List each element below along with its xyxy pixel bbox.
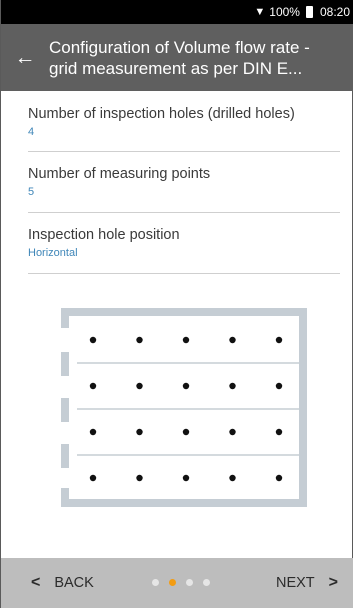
duct-wall-left [61,398,69,422]
measuring-point [229,428,236,436]
clock: 08:20 [319,5,350,19]
duct-wall-left [61,488,69,507]
measuring-point [136,474,143,482]
measuring-point [275,428,283,436]
bottom-nav: < BACK NEXT > [1,558,353,608]
setting-inspection-holes[interactable]: Number of inspection holes (drilled hole… [28,91,340,152]
battery-percent: 100% [269,5,300,19]
measuring-point [182,382,190,390]
page-dot [169,579,176,586]
duct-wall-left [61,352,69,376]
measuring-point [136,382,143,390]
screen: ▼ 100% 08:20 ← Configuration of Volume f… [0,0,353,608]
app-bar: ← Configuration of Volume flow rate - gr… [1,24,353,91]
grid-diagram-svg [61,308,307,507]
next-label: NEXT [275,575,315,591]
setting-value: 4 [28,126,35,138]
duct-wall-left [61,308,69,328]
measuring-point [89,428,97,436]
measuring-point [275,336,283,344]
measuring-point [182,428,190,436]
measuring-point [89,382,97,390]
duct-wall-top [61,308,307,316]
measuring-point [136,336,143,344]
setting-label: Number of inspection holes (drilled hole… [28,106,295,122]
grid-diagram [61,308,311,513]
measuring-point [182,474,190,482]
page-title-line2: grid measurement as per DIN E... [49,58,303,78]
measuring-point [89,336,97,344]
next-button[interactable]: NEXT > [276,558,338,608]
duct-wall-left [61,444,69,468]
measuring-point [229,474,236,482]
setting-label: Number of measuring points [28,166,211,182]
page-indicator [152,579,210,586]
page-dot [152,579,159,586]
page-title: Configuration of Volume flow rate - grid… [49,37,318,79]
status-bar: ▼ 100% 08:20 [1,0,353,24]
chevron-left-icon: < [31,574,41,591]
duct-wall-right [299,308,307,507]
measuring-point [136,428,143,436]
setting-value: Horizontal [28,247,78,259]
measuring-point [229,336,236,344]
page-title-line1: Configuration of Volume flow rate - [49,37,310,57]
back-label: BACK [54,575,94,591]
measuring-point [275,382,283,390]
battery-icon [305,6,313,18]
measuring-point [229,382,236,390]
duct-wall-bottom [61,499,307,507]
page-dot [203,579,210,586]
chevron-right-icon: > [328,574,338,591]
setting-label: Inspection hole position [28,227,180,243]
measuring-point [275,474,283,482]
wifi-icon: ▼ [254,6,266,18]
measuring-point [89,474,97,482]
setting-measuring-points[interactable]: Number of measuring points 5 [28,152,340,213]
back-button[interactable]: < BACK [31,558,94,608]
setting-value: 5 [28,186,35,198]
page-dot [186,579,193,586]
measuring-point [182,336,190,344]
setting-hole-position[interactable]: Inspection hole position Horizontal [28,213,340,274]
arrow-left-icon[interactable]: ← [1,47,49,68]
settings-list: Number of inspection holes (drilled hole… [1,91,353,274]
